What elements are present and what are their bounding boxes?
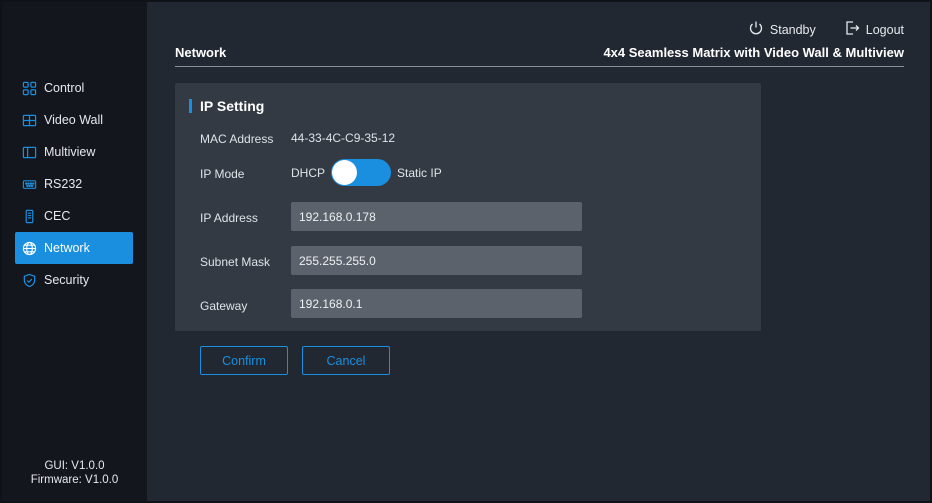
sidebar-item-label: Network [44,241,90,255]
version-info: GUI: V1.0.0 Firmware: V1.0.0 [2,459,147,487]
sidebar-nav: Control Video Wall Multiview RS232 CEC N… [15,72,133,296]
device-title: 4x4 Seamless Matrix with Video Wall & Mu… [603,45,904,60]
toggle-knob [332,160,358,185]
rs232-icon [22,177,37,192]
standby-button[interactable]: Standby [748,20,816,39]
power-icon [748,20,764,39]
subnet-mask-label: Subnet Mask [200,255,271,269]
globe-icon [22,241,37,256]
gateway-label: Gateway [200,299,248,313]
grid-icon [22,81,37,96]
cancel-button[interactable]: Cancel [302,346,390,375]
sidebar-item-security[interactable]: Security [15,264,133,296]
main-panel: Standby Logout Network 4x4 Seamless Matr… [147,2,930,501]
standby-label: Standby [769,22,816,37]
sidebar-item-multiview[interactable]: Multiview [15,136,133,168]
sidebar: Control Video Wall Multiview RS232 CEC N… [2,2,147,501]
dhcp-label: DHCP [291,165,326,180]
sidebar-item-control[interactable]: Control [15,72,133,104]
title-accent-bar [189,99,192,113]
sidebar-item-label: CEC [44,209,71,223]
gateway-input[interactable] [291,289,582,318]
multiview-icon [22,145,37,160]
sidebar-item-label: Video Wall [44,113,104,127]
ip-setting-card: IP Setting MAC Address 44-33-4C-C9-35-12… [175,83,761,331]
page-header: Network 4x4 Seamless Matrix with Video W… [175,45,904,67]
page-title: Network [175,45,227,60]
ip-address-label: IP Address [200,211,258,225]
ip-mode-label: IP Mode [200,167,245,181]
ip-setting-title: IP Setting [189,98,264,114]
sidebar-item-label: Security [44,273,90,287]
logout-icon [844,20,860,39]
video-wall-icon [22,113,37,128]
sidebar-item-rs232[interactable]: RS232 [15,168,133,200]
logout-label: Logout [865,22,904,37]
ip-setting-title-text: IP Setting [200,98,265,114]
mac-address-label: MAC Address [200,132,274,146]
mac-address-value: 44-33-4C-C9-35-12 [291,131,396,145]
topbar: Standby Logout [748,20,904,39]
sidebar-item-video-wall[interactable]: Video Wall [15,104,133,136]
firmware-version: Firmware: V1.0.0 [30,474,119,486]
sidebar-item-label: RS232 [44,177,83,191]
ip-mode-control: DHCP Static IP [291,159,442,186]
shield-icon [22,273,37,288]
subnet-mask-input[interactable] [291,246,582,275]
ip-address-input[interactable] [291,202,582,231]
gui-version: GUI: V1.0.0 [44,460,105,472]
sidebar-item-network[interactable]: Network [15,232,133,264]
sidebar-item-cec[interactable]: CEC [15,200,133,232]
sidebar-item-label: Control [44,81,85,95]
remote-icon [22,209,37,224]
static-ip-label: Static IP [397,165,442,180]
logout-button[interactable]: Logout [844,20,904,39]
ip-mode-toggle[interactable] [331,159,392,186]
confirm-button[interactable]: Confirm [200,346,288,375]
sidebar-item-label: Multiview [44,145,96,159]
